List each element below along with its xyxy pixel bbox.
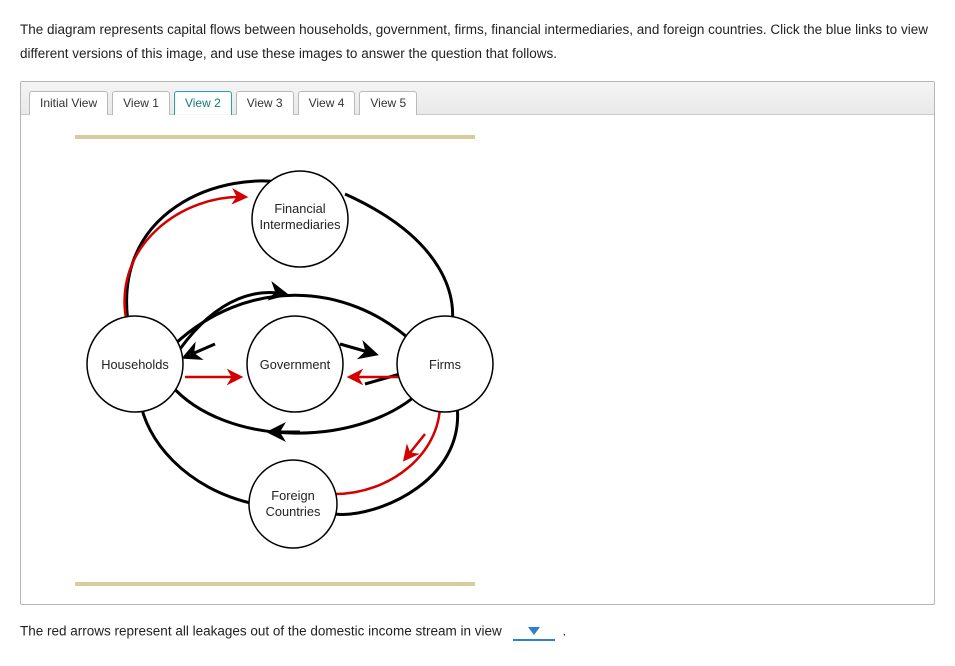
tab-view-1[interactable]: View 1 bbox=[112, 91, 170, 115]
tab-view-5[interactable]: View 5 bbox=[359, 91, 417, 115]
svg-text:Intermediaries: Intermediaries bbox=[259, 217, 340, 232]
tab-view-2[interactable]: View 2 bbox=[174, 91, 232, 115]
node-government: Government bbox=[247, 316, 343, 412]
node-financial-intermediaries: Financial Intermediaries bbox=[252, 171, 348, 267]
capital-flow-diagram: Financial Intermediaries Households Gove… bbox=[45, 149, 910, 572]
question-suffix: . bbox=[563, 623, 567, 638]
tab-initial-view[interactable]: Initial View bbox=[29, 91, 108, 115]
node-households: Households bbox=[87, 316, 183, 412]
tab-view-3[interactable]: View 3 bbox=[236, 91, 294, 115]
question-prefix: The red arrows represent all leakages ou… bbox=[20, 623, 502, 638]
svg-text:Countries: Countries bbox=[266, 504, 321, 519]
question-line: The red arrows represent all leakages ou… bbox=[20, 623, 935, 641]
svg-text:Foreign: Foreign bbox=[271, 488, 314, 503]
tab-bar: Initial View View 1 View 2 View 3 View 4… bbox=[21, 82, 934, 115]
instructions-text: The diagram represents capital flows bet… bbox=[20, 18, 935, 67]
node-firms: Firms bbox=[397, 316, 493, 412]
svg-text:Financial: Financial bbox=[274, 201, 325, 216]
svg-text:Government: Government bbox=[260, 357, 331, 372]
diagram-area: Financial Intermediaries Households Gove… bbox=[21, 115, 934, 604]
top-divider bbox=[75, 135, 475, 139]
node-foreign-countries: Foreign Countries bbox=[249, 460, 337, 548]
diagram-panel: Initial View View 1 View 2 View 3 View 4… bbox=[20, 81, 935, 605]
chevron-down-icon bbox=[528, 627, 540, 635]
bottom-divider bbox=[75, 582, 475, 586]
tab-view-4[interactable]: View 4 bbox=[298, 91, 356, 115]
svg-text:Firms: Firms bbox=[429, 357, 461, 372]
answer-dropdown[interactable] bbox=[513, 623, 555, 641]
svg-text:Households: Households bbox=[101, 357, 169, 372]
